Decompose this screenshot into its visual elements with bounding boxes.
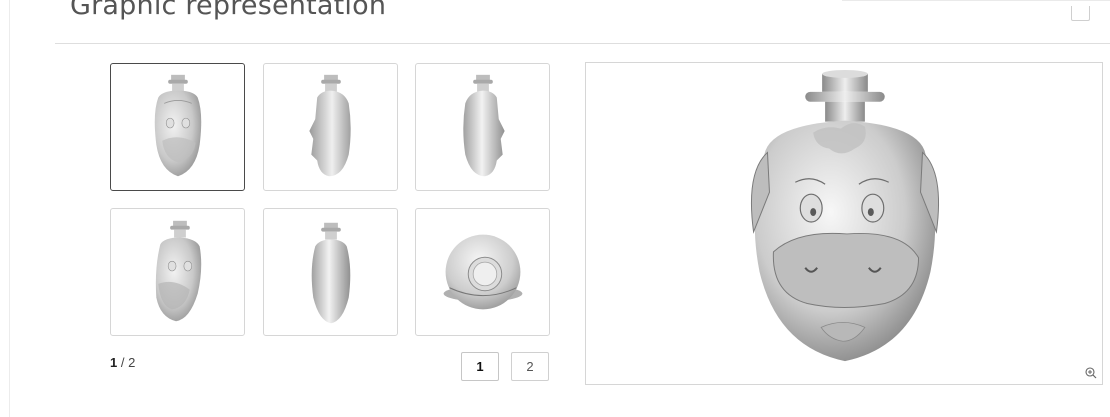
- bottle-front-image: [154, 74, 202, 177]
- page-button-2[interactable]: 2: [511, 352, 549, 381]
- main-image-viewer[interactable]: [585, 62, 1103, 385]
- thumbnail-back[interactable]: [263, 208, 398, 336]
- thumbnail-top[interactable]: [415, 208, 550, 336]
- thumbnail-side-right[interactable]: [263, 63, 398, 191]
- bottle-three-quarter-image: [155, 220, 202, 322]
- title-divider: [55, 43, 1110, 44]
- bottle-side-left-image: [463, 74, 505, 177]
- page-indicator: 1 / 2: [110, 355, 135, 370]
- panel-title: Graphic representation: [70, 0, 387, 21]
- page-button-1[interactable]: 1: [461, 352, 499, 381]
- bottle-back-image: [311, 222, 351, 324]
- thumbnail-side-left[interactable]: [415, 63, 550, 191]
- total-pages: / 2: [120, 355, 136, 370]
- bottle-top-image: [443, 234, 523, 310]
- thumbnail-three-quarter[interactable]: [110, 208, 245, 336]
- current-page-number: 1: [110, 355, 118, 370]
- zoom-in-icon[interactable]: [1085, 367, 1097, 379]
- bottle-side-image: [309, 74, 351, 177]
- thumbnail-front[interactable]: [110, 63, 245, 191]
- left-divider: [9, 0, 10, 417]
- collapse-toggle[interactable]: [1071, 6, 1090, 21]
- bottle-main-image: [750, 69, 940, 362]
- top-right-divider: [842, 0, 1110, 1]
